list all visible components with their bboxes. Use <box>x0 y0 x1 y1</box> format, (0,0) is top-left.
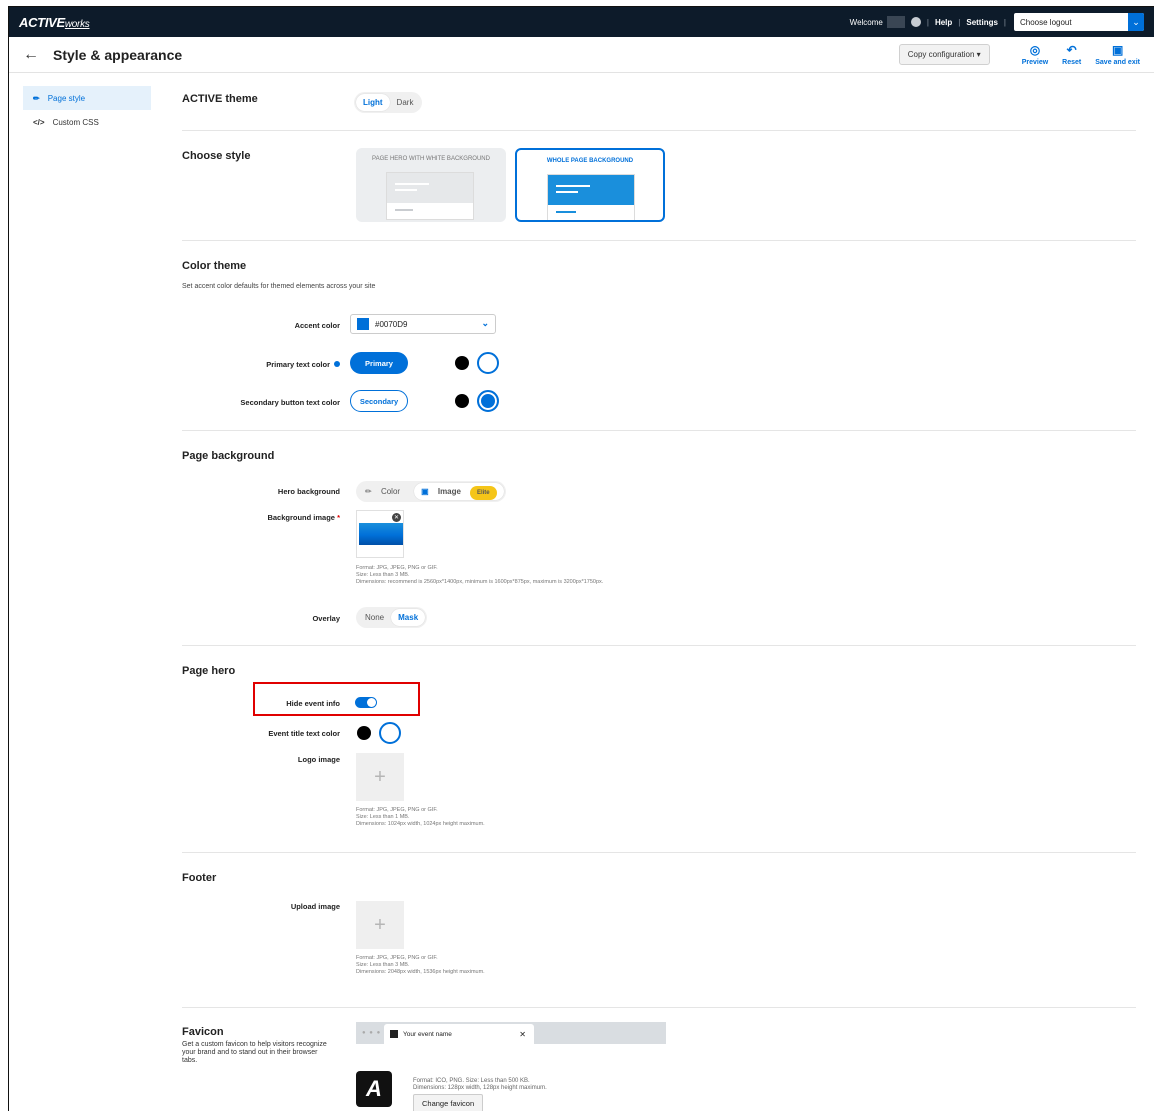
background-image-requirements: Format: JPG, JPEG, PNG or GIF. Size: Les… <box>356 565 604 585</box>
logo-upload-button[interactable]: + <box>356 753 404 801</box>
primary-text-color-label: Primary text color <box>266 360 340 369</box>
page-header: ← Style & appearance Copy configuration … <box>9 37 1154 73</box>
overlay-option-mask[interactable]: Mask <box>391 609 426 626</box>
play-circle-icon: ◎ <box>1029 43 1041 57</box>
favicon-description: Get a custom favicon to help visitors re… <box>182 1041 327 1064</box>
overlay-label: Overlay <box>312 614 340 623</box>
section-title: Color theme <box>182 260 247 272</box>
accent-color-select[interactable]: #0070D9 ⌄ <box>350 314 496 334</box>
hero-background-label: Hero background <box>277 487 340 496</box>
code-icon: </> <box>33 117 45 127</box>
info-icon[interactable] <box>334 361 340 367</box>
section-title: Favicon <box>182 1026 224 1038</box>
color-swatch <box>357 318 369 330</box>
layout-preview <box>386 172 474 220</box>
hide-event-info-toggle[interactable] <box>355 697 377 708</box>
globe-icon[interactable] <box>910 17 921 27</box>
favicon-preview: A <box>356 1071 392 1107</box>
hero-option-image[interactable]: ▣ Image Elite <box>414 483 504 500</box>
save-icon: ▣ <box>1111 43 1124 57</box>
plus-icon: + <box>374 765 386 788</box>
section-title: Page hero <box>182 665 236 677</box>
welcome-text: Welcome <box>849 17 883 27</box>
main-content: ACTIVE theme Light Dark Choose style PAG… <box>182 86 1136 1111</box>
section-active-theme: ACTIVE theme Light Dark <box>182 86 1136 131</box>
secondary-preview-button: Secondary <box>350 390 408 412</box>
app-window: ACTIVEworks Welcome | Help | Settings | … <box>8 6 1154 1111</box>
hide-event-info-label: Hide event info <box>286 699 340 708</box>
hero-option-color[interactable]: ✏ Color <box>358 483 414 500</box>
sidebar: ✏ Page style </> Custom CSS <box>23 86 151 134</box>
elite-badge: Elite <box>469 486 497 500</box>
section-choose-style: Choose style PAGE HERO WITH WHITE BACKGR… <box>182 131 1136 241</box>
section-title: Choose style <box>182 150 251 162</box>
user-name-redacted <box>886 16 905 28</box>
copy-configuration-button[interactable]: Copy configuration ▾ <box>898 44 990 65</box>
favicon-requirements: Format: ICO, PNG. Size: Less than 500 KB… <box>413 1078 547 1091</box>
style-card-page-hero[interactable]: PAGE HERO WITH WHITE BACKGROUND <box>356 148 506 222</box>
chevron-down-icon: ⌄ <box>1128 13 1144 31</box>
logo-image-requirements: Format: JPG, JPEG, PNG or GIF. Size: Les… <box>356 807 485 827</box>
footer-upload-button[interactable]: + <box>356 901 404 949</box>
section-page-hero: Page hero Hide event info Event title te… <box>182 646 1136 853</box>
browser-tab-preview: ● ● ● Your event name ✕ <box>356 1022 666 1044</box>
undo-icon: ↶ <box>1066 43 1077 57</box>
theme-segmented-control: Light Dark <box>354 92 423 113</box>
activeworks-logo[interactable]: ACTIVEworks <box>19 15 90 30</box>
style-card-whole-page[interactable]: WHOLE PAGE BACKGROUND <box>515 148 665 222</box>
layout-preview <box>547 174 635 220</box>
color-option-black[interactable] <box>455 394 469 408</box>
chevron-down-icon: ⌄ <box>481 318 489 328</box>
favicon-mini-icon <box>390 1030 398 1038</box>
hero-background-segmented-control: ✏ Color ▣ Image Elite <box>356 481 506 502</box>
logout-select[interactable]: Choose logout ⌄ <box>1014 13 1144 31</box>
event-title-color-label: Event title text color <box>268 729 340 738</box>
change-favicon-button[interactable]: Change favicon <box>413 1094 484 1111</box>
section-title: Footer <box>182 872 217 884</box>
top-bar: ACTIVEworks Welcome | Help | Settings | … <box>9 7 1154 37</box>
footer-image-requirements: Format: JPG, JPEG, PNG or GIF. Size: Les… <box>356 955 485 975</box>
section-description: Set accent color defaults for themed ele… <box>182 283 376 290</box>
overlay-option-none[interactable]: None <box>358 609 391 626</box>
sidebar-item-page-style[interactable]: ✏ Page style <box>23 86 151 110</box>
preview-button[interactable]: ◎ Preview <box>1022 43 1048 66</box>
reset-button[interactable]: ↶ Reset <box>1062 43 1081 66</box>
color-option-accent[interactable] <box>477 390 499 412</box>
theme-option-dark[interactable]: Dark <box>390 94 421 111</box>
section-color-theme: Color theme Set accent color defaults fo… <box>182 241 1136 431</box>
section-title: Page background <box>182 450 275 462</box>
color-option-white[interactable] <box>379 722 401 744</box>
color-option-white[interactable] <box>477 352 499 374</box>
accent-color-label: Accent color <box>294 321 340 330</box>
section-favicon: Favicon Get a custom favicon to help vis… <box>182 1008 1136 1111</box>
save-and-exit-button[interactable]: ▣ Save and exit <box>1095 43 1140 66</box>
section-page-background: Page background Hero background ✏ Color … <box>182 431 1136 646</box>
overlay-segmented-control: None Mask <box>356 607 428 628</box>
back-arrow-icon[interactable]: ← <box>23 46 39 64</box>
theme-option-light[interactable]: Light <box>356 94 390 111</box>
color-option-black[interactable] <box>455 356 469 370</box>
secondary-text-color-label: Secondary button text color <box>240 398 340 407</box>
section-title: ACTIVE theme <box>182 93 258 105</box>
color-option-black[interactable] <box>357 726 371 740</box>
primary-preview-button: Primary <box>350 352 408 374</box>
help-link[interactable]: Help <box>935 18 952 27</box>
page-title: Style & appearance <box>53 46 183 63</box>
sidebar-item-custom-css[interactable]: </> Custom CSS <box>23 110 151 134</box>
section-footer: Footer Upload image + Format: JPG, JPEG,… <box>182 853 1136 1008</box>
background-image-thumbnail[interactable]: ✕ <box>356 510 404 558</box>
remove-image-icon[interactable]: ✕ <box>392 513 401 522</box>
close-icon: ✕ <box>519 1029 526 1039</box>
plus-icon: + <box>374 913 386 936</box>
hero-image-preview <box>359 523 403 545</box>
settings-link[interactable]: Settings <box>966 18 998 27</box>
background-image-label: Background image * <box>267 513 340 522</box>
upload-image-label: Upload image <box>290 902 340 911</box>
pencil-icon: ✏ <box>33 93 40 103</box>
logo-image-label: Logo image <box>297 755 340 764</box>
